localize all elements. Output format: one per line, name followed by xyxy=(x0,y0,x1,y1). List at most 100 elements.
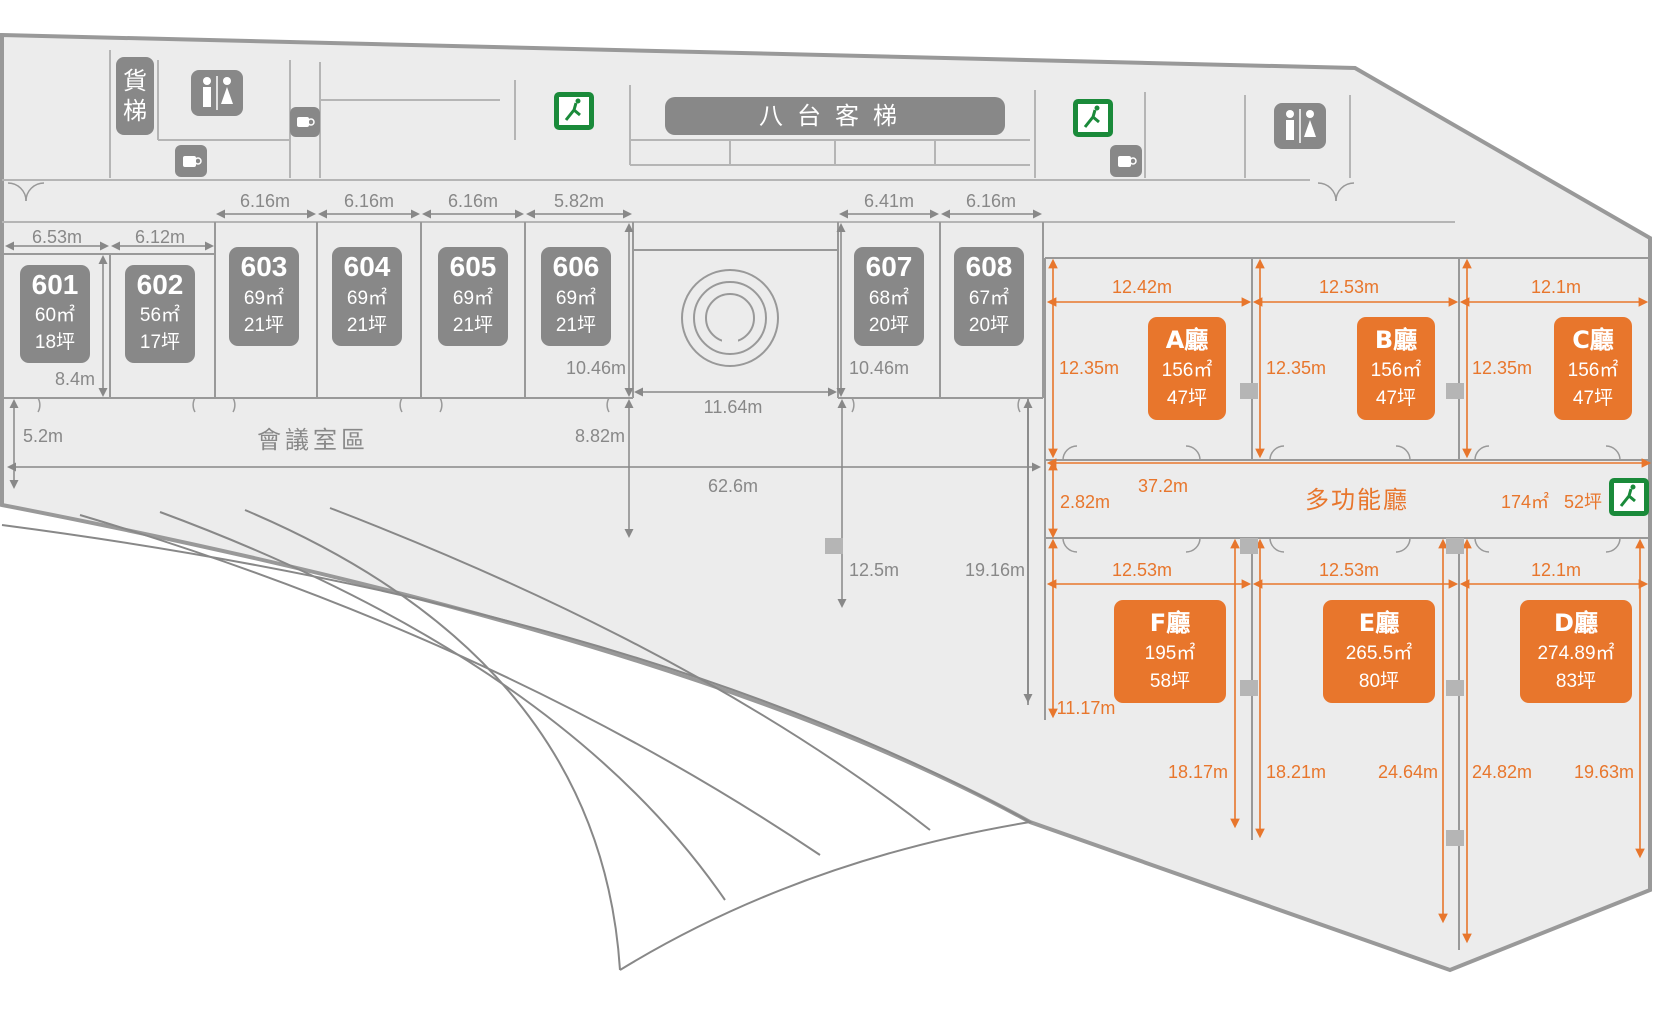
svg-text:12.35m: 12.35m xyxy=(1059,358,1119,378)
svg-text:11.64m: 11.64m xyxy=(704,397,763,417)
room-601[interactable]: 601 60㎡ 18坪 xyxy=(20,265,90,363)
coffee-icon xyxy=(1110,145,1142,177)
svg-text:265.5㎡: 265.5㎡ xyxy=(1346,641,1413,664)
svg-text:156㎡: 156㎡ xyxy=(1371,358,1422,381)
svg-text:24.64m: 24.64m xyxy=(1378,762,1438,782)
emergency-exit-icon xyxy=(1073,99,1113,137)
svg-text:2.82m: 2.82m xyxy=(1060,492,1110,512)
emergency-exit-icon xyxy=(554,92,594,130)
freight-label-2: 梯 xyxy=(123,97,147,125)
coffee-icon xyxy=(175,145,207,177)
hall-A[interactable]: A廳 156㎡ 47坪 xyxy=(1148,317,1226,420)
svg-text:195㎡: 195㎡ xyxy=(1145,641,1196,664)
svg-text:21坪: 21坪 xyxy=(347,314,387,336)
hall-C[interactable]: C廳 156㎡ 47坪 xyxy=(1554,317,1632,420)
elevator-bank-label: 八台客梯 xyxy=(759,102,911,130)
svg-text:156㎡: 156㎡ xyxy=(1568,358,1619,381)
coffee-icon xyxy=(290,107,320,137)
svg-text:8.82m: 8.82m xyxy=(575,426,625,446)
elevator-bank: 八台客梯 xyxy=(665,97,1005,135)
svg-text:47坪: 47坪 xyxy=(1167,387,1207,409)
freight-label-1: 貨 xyxy=(123,67,147,95)
multi-hall-ping: 52坪 xyxy=(1564,492,1602,512)
svg-text:12.42m: 12.42m xyxy=(1112,277,1172,297)
svg-text:12.1m: 12.1m xyxy=(1531,560,1581,580)
svg-text:62.6m: 62.6m xyxy=(708,476,758,496)
svg-text:F廳: F廳 xyxy=(1150,609,1190,637)
svg-text:603: 603 xyxy=(241,251,288,282)
svg-text:18.21m: 18.21m xyxy=(1266,762,1326,782)
svg-text:10.46m: 10.46m xyxy=(566,358,626,378)
svg-text:56㎡: 56㎡ xyxy=(140,303,180,326)
room-604[interactable]: 604 69㎡ 21坪 xyxy=(332,247,402,346)
restroom-icon xyxy=(191,70,243,116)
multi-hall-label: 多功能廳 xyxy=(1305,486,1409,514)
room-602[interactable]: 602 56㎡ 17坪 xyxy=(125,265,195,363)
svg-text:68㎡: 68㎡ xyxy=(869,286,909,309)
room-606[interactable]: 606 69㎡ 21坪 xyxy=(541,247,611,346)
svg-text:20坪: 20坪 xyxy=(869,314,909,336)
svg-text:6.53m: 6.53m xyxy=(32,227,82,247)
svg-text:69㎡: 69㎡ xyxy=(453,286,493,309)
svg-text:80坪: 80坪 xyxy=(1359,670,1399,692)
svg-text:69㎡: 69㎡ xyxy=(556,286,596,309)
svg-text:47坪: 47坪 xyxy=(1573,387,1613,409)
svg-text:69㎡: 69㎡ xyxy=(347,286,387,309)
svg-text:12.53m: 12.53m xyxy=(1319,277,1379,297)
restroom-icon xyxy=(1274,103,1326,149)
room-607[interactable]: 607 68㎡ 20坪 xyxy=(854,247,924,346)
svg-text:12.1m: 12.1m xyxy=(1531,277,1581,297)
svg-text:12.5m: 12.5m xyxy=(849,560,899,580)
svg-text:6.41m: 6.41m xyxy=(864,191,914,211)
svg-text:12.35m: 12.35m xyxy=(1266,358,1326,378)
room-608[interactable]: 608 67㎡ 20坪 xyxy=(954,247,1024,346)
hall-F[interactable]: F廳 195㎡ 58坪 xyxy=(1114,600,1226,703)
svg-text:6.16m: 6.16m xyxy=(966,191,1016,211)
svg-text:69㎡: 69㎡ xyxy=(244,286,284,309)
svg-text:67㎡: 67㎡ xyxy=(969,286,1009,309)
freight-elevator: 貨 梯 xyxy=(116,57,154,135)
svg-text:12.53m: 12.53m xyxy=(1112,560,1172,580)
meeting-zone-label: 會議室區 xyxy=(257,426,369,454)
svg-text:24.82m: 24.82m xyxy=(1472,762,1532,782)
floor-plan: 貨 梯 八台客梯 601 60㎡ 18坪 602 56㎡ 17坪 603 69㎡… xyxy=(0,32,1652,973)
svg-text:12.35m: 12.35m xyxy=(1472,358,1532,378)
svg-text:8.4m: 8.4m xyxy=(55,369,95,389)
svg-text:602: 602 xyxy=(137,269,184,300)
room-603[interactable]: 603 69㎡ 21坪 xyxy=(229,247,299,346)
svg-text:156㎡: 156㎡ xyxy=(1162,358,1213,381)
svg-text:58坪: 58坪 xyxy=(1150,670,1190,692)
emergency-exit-icon xyxy=(1609,478,1649,516)
svg-text:5.82m: 5.82m xyxy=(554,191,604,211)
svg-text:E廳: E廳 xyxy=(1359,609,1399,637)
svg-text:605: 605 xyxy=(450,251,497,282)
hall-B[interactable]: B廳 156㎡ 47坪 xyxy=(1357,317,1435,420)
svg-text:20坪: 20坪 xyxy=(969,314,1009,336)
multi-hall-area: 174㎡ xyxy=(1501,491,1549,512)
svg-text:19.63m: 19.63m xyxy=(1574,762,1634,782)
svg-text:18坪: 18坪 xyxy=(35,331,75,353)
svg-text:12.53m: 12.53m xyxy=(1319,560,1379,580)
svg-text:21坪: 21坪 xyxy=(556,314,596,336)
svg-text:604: 604 xyxy=(344,251,391,282)
svg-text:6.16m: 6.16m xyxy=(448,191,498,211)
svg-text:6.12m: 6.12m xyxy=(135,227,185,247)
svg-text:6.16m: 6.16m xyxy=(240,191,290,211)
svg-text:5.2m: 5.2m xyxy=(23,426,63,446)
svg-text:19.16m: 19.16m xyxy=(965,560,1025,580)
svg-text:C廳: C廳 xyxy=(1572,326,1614,354)
svg-text:274.89㎡: 274.89㎡ xyxy=(1537,641,1614,664)
svg-text:A廳: A廳 xyxy=(1166,326,1209,354)
room-605[interactable]: 605 69㎡ 21坪 xyxy=(438,247,508,346)
svg-text:83坪: 83坪 xyxy=(1556,670,1596,692)
hall-D[interactable]: D廳 274.89㎡ 83坪 xyxy=(1520,600,1632,703)
svg-text:37.2m: 37.2m xyxy=(1138,476,1188,496)
hall-E[interactable]: E廳 265.5㎡ 80坪 xyxy=(1323,600,1435,703)
svg-text:601: 601 xyxy=(32,269,79,300)
svg-text:47坪: 47坪 xyxy=(1376,387,1416,409)
svg-text:18.17m: 18.17m xyxy=(1168,762,1228,782)
svg-text:21坪: 21坪 xyxy=(453,314,493,336)
svg-text:608: 608 xyxy=(966,251,1013,282)
svg-text:607: 607 xyxy=(866,251,913,282)
svg-text:17坪: 17坪 xyxy=(140,331,180,353)
